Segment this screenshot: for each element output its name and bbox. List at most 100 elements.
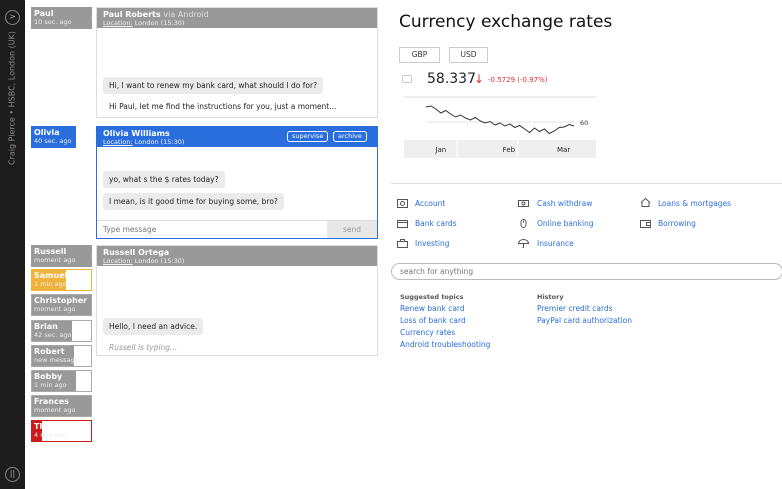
- service-link-account[interactable]: Account: [415, 199, 445, 208]
- location-value: London (15:30): [134, 138, 185, 146]
- session-tile-brian[interactable]: Brian 42 sec. ago: [31, 320, 92, 342]
- search-input[interactable]: [391, 263, 782, 280]
- session-tile-samuel[interactable]: Samuel 1 min ago: [31, 269, 92, 291]
- session-name: Brian: [34, 322, 58, 331]
- session-tile-thomas[interactable]: Thomas 4 min ago: [31, 420, 92, 442]
- service-link-cash-withdraw[interactable]: Cash withdraw: [537, 199, 592, 208]
- wallet-icon: [640, 220, 651, 228]
- chat-message: Hi, I want to renew my bank card, what s…: [103, 77, 324, 94]
- compose-bar: send: [97, 220, 377, 238]
- chat-channel: via Android: [163, 10, 209, 19]
- chat-message: I mean, is it good time for buying some,…: [103, 193, 284, 210]
- suggested-topic-link[interactable]: Currency rates: [400, 328, 455, 337]
- section-divider: [391, 183, 782, 184]
- session-time: 4 min ago: [34, 431, 67, 439]
- suggested-heading: Suggested topics: [400, 293, 464, 301]
- archive-button[interactable]: archive: [333, 131, 367, 142]
- location-value: London (15:30): [134, 257, 185, 265]
- agent-label: Craig Pierce • HSBC, London (UK): [7, 31, 17, 165]
- message-input[interactable]: [97, 221, 327, 238]
- service-link-borrowing[interactable]: Borrowing: [658, 219, 696, 228]
- session-name: Bobby: [34, 372, 63, 381]
- session-name: Olivia: [34, 128, 60, 137]
- suggested-topic-link[interactable]: Loss of bank card: [400, 316, 466, 325]
- chat-message: Hello, I need an advice.: [103, 318, 204, 335]
- session-tile-bobby[interactable]: Bobby 1 min ago: [31, 370, 92, 392]
- page-title: Currency exchange rates: [399, 12, 613, 32]
- card-icon: [397, 220, 408, 228]
- session-name: Thomas: [34, 422, 70, 431]
- session-time: moment ago: [34, 305, 76, 313]
- rate-chart: 60 Jan Feb Mar: [396, 66, 602, 164]
- x-tick-label: Feb: [503, 146, 516, 154]
- session-time: 10 sec. ago: [34, 18, 72, 26]
- tab-gbp[interactable]: GBP: [399, 47, 440, 63]
- session-tile-frances[interactable]: Frances moment ago: [31, 395, 92, 417]
- session-tile-olivia[interactable]: Olivia 40 sec. ago: [31, 126, 76, 148]
- briefcase-icon: [397, 239, 408, 248]
- house-icon: [640, 198, 651, 207]
- location-label: Location:: [103, 19, 133, 27]
- chat-customer-name: Russell Ortega: [103, 248, 170, 257]
- session-time: 1 min ago: [34, 280, 67, 288]
- session-time: 42 sec. ago: [34, 331, 72, 339]
- supervise-button[interactable]: supervise: [287, 131, 329, 142]
- safe-icon: [397, 199, 408, 208]
- chevron-right-icon: >: [9, 12, 16, 21]
- location-label: Location:: [103, 138, 133, 146]
- history-heading: History: [537, 293, 564, 301]
- typing-indicator: Russell is typing...: [109, 343, 178, 352]
- chat-message: yo, what s the $ rates today?: [103, 171, 225, 188]
- session-time: moment ago: [34, 406, 76, 414]
- service-link-loans[interactable]: Loans & mortgages: [658, 199, 731, 208]
- mouse-icon: [520, 219, 527, 228]
- chat-header: Paul Roberts via Android Location: Londo…: [97, 8, 377, 28]
- session-tile-paul[interactable]: Paul 10 sec. ago: [31, 7, 92, 29]
- session-time: 40 sec. ago: [34, 137, 72, 145]
- suggested-topic-link[interactable]: Android troubleshooting: [400, 340, 490, 349]
- location-value: London (15:30): [134, 19, 185, 27]
- session-time: moment ago: [34, 256, 76, 264]
- session-name: Samuel: [34, 271, 68, 280]
- left-rail: > Craig Pierce • HSBC, London (UK) ||: [0, 0, 25, 489]
- chat-card-paul: Paul Roberts via Android Location: Londo…: [96, 7, 378, 118]
- session-tile-christopher[interactable]: Christopher moment ago: [31, 294, 92, 316]
- x-tick-label: Mar: [557, 146, 570, 154]
- chat-customer-name: Paul Roberts: [103, 10, 161, 19]
- suggested-topic-link[interactable]: Renew bank card: [400, 304, 465, 313]
- agent-label-wrap: Craig Pierce • HSBC, London (UK): [1, 31, 23, 165]
- history-link[interactable]: PayPal card authorization: [537, 316, 632, 325]
- chat-header: Russell Ortega Location: London (15:30): [97, 246, 377, 266]
- rate-chart-svg: 60 Jan Feb Mar: [404, 96, 596, 158]
- send-button[interactable]: send: [327, 221, 377, 238]
- session-name: Paul: [34, 9, 54, 18]
- session-name: Russell: [34, 247, 67, 256]
- session-name: Frances: [34, 397, 69, 406]
- session-time: new message: [34, 356, 79, 364]
- session-tile-russell[interactable]: Russell moment ago: [31, 245, 92, 267]
- chat-message: Hi Paul, let me find the instructions fo…: [109, 102, 337, 111]
- service-link-insurance[interactable]: Insurance: [537, 239, 574, 248]
- umbrella-icon: [518, 239, 529, 248]
- service-link-online-banking[interactable]: Online banking: [537, 219, 594, 228]
- session-tile-robert[interactable]: Robert new message: [31, 345, 92, 367]
- history-link[interactable]: Premier credit cards: [537, 304, 613, 313]
- pause-button[interactable]: ||: [5, 467, 20, 482]
- cash-icon: [518, 200, 529, 207]
- chat-customer-name: Olivia Williams: [103, 129, 170, 138]
- chat-card-olivia: Olivia Williams Location: London (15:30)…: [96, 126, 378, 239]
- x-tick-label: Jan: [434, 146, 446, 154]
- session-time: 1 min ago: [34, 381, 67, 389]
- session-name: Christopher: [34, 296, 88, 305]
- tab-usd[interactable]: USD: [449, 47, 488, 63]
- chat-header: Olivia Williams Location: London (15:30)…: [97, 127, 377, 147]
- service-link-bank-cards[interactable]: Bank cards: [415, 219, 457, 228]
- expand-button[interactable]: >: [5, 10, 20, 25]
- location-label: Location:: [103, 257, 133, 265]
- rate-series-line: [425, 105, 575, 135]
- service-link-investing[interactable]: Investing: [415, 239, 449, 248]
- y-tick-label: 60: [580, 119, 588, 127]
- pause-icon: ||: [9, 469, 16, 478]
- chat-card-russell: Russell Ortega Location: London (15:30) …: [96, 245, 378, 356]
- session-name: Robert: [34, 347, 65, 356]
